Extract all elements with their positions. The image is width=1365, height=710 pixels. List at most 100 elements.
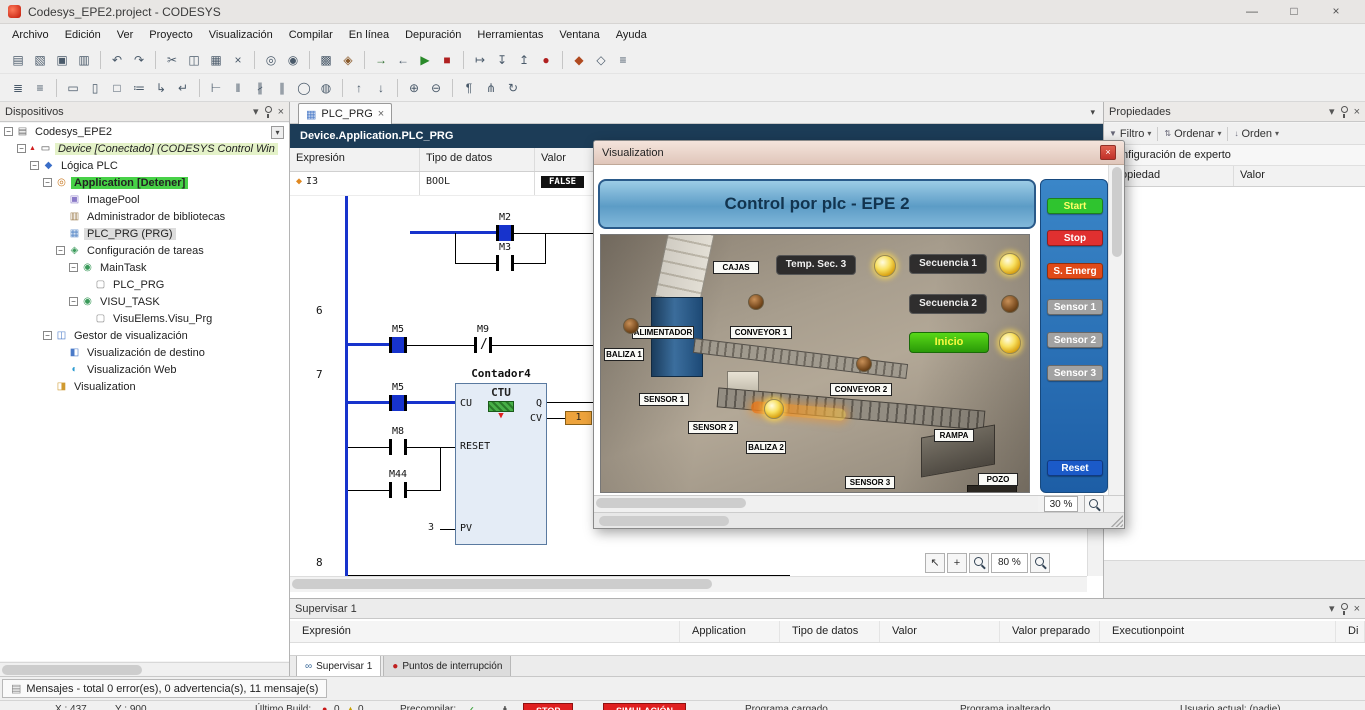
insert-set-coil-icon[interactable]: ◍ xyxy=(316,78,336,98)
chevron-down-icon[interactable]: ▾ xyxy=(1275,129,1279,138)
ladder-contact-m2[interactable]: M2 xyxy=(496,225,514,241)
paste-icon[interactable]: ▦ xyxy=(206,50,226,70)
toggle-breakpoint-icon[interactable]: ● xyxy=(536,50,556,70)
device-combo-dropdown[interactable]: ▾ xyxy=(271,126,284,139)
column-header-valor[interactable]: Valor xyxy=(1234,166,1365,186)
expander-icon[interactable]: − xyxy=(43,331,52,340)
viz-label-inicio[interactable]: Inicio xyxy=(909,332,989,353)
viz-window-scrollbar[interactable] xyxy=(594,512,1124,528)
counter-function-block[interactable]: CTU ▼ CU RESET PV Q CV xyxy=(455,383,547,545)
ladder-contact-m44[interactable]: M44 xyxy=(389,482,407,498)
zoom-select-icon[interactable] xyxy=(1030,553,1050,573)
expander-icon[interactable]: − xyxy=(69,263,78,272)
ladder-contact-m5[interactable]: M5 xyxy=(389,337,407,353)
insert-jump-icon[interactable]: ↳ xyxy=(151,78,171,98)
copy-icon[interactable]: ◫ xyxy=(184,50,204,70)
tab-puntos-de-interrupcion[interactable]: ● Puntos de interrupción xyxy=(383,656,511,677)
tree-item-codesys-epe2[interactable]: −▤Codesys_EPE2 xyxy=(0,123,289,140)
delete-icon[interactable]: × xyxy=(228,50,248,70)
tree-item-administrador-de-bibliotecas[interactable]: −▥Administrador de bibliotecas xyxy=(0,208,289,225)
filter-button[interactable]: Filtro xyxy=(1120,128,1144,140)
network-number[interactable]: 6 xyxy=(316,304,323,317)
insert-network-below-icon[interactable]: ≡ xyxy=(30,78,50,98)
tree-item-visualizaci-n-de-destino[interactable]: −◧Visualización de destino xyxy=(0,344,289,361)
pan-button[interactable]: + xyxy=(947,553,967,573)
close-icon[interactable]: × xyxy=(278,106,284,118)
viz-button-start[interactable]: Start xyxy=(1047,198,1103,214)
viz-button-s-emerg[interactable]: S. Emerg xyxy=(1047,263,1103,279)
tab-list-dropdown-icon[interactable]: ▾ xyxy=(1090,107,1095,118)
expander-icon[interactable]: − xyxy=(17,144,26,153)
chevron-down-icon[interactable]: ▾ xyxy=(1147,129,1151,138)
tree-item-plc-prg[interactable]: −▢PLC_PRG xyxy=(0,276,289,293)
column-header-di[interactable]: Di xyxy=(1336,621,1365,642)
viz-button-sensor-2[interactable]: Sensor 2 xyxy=(1047,332,1103,348)
save-project-icon[interactable]: ▣ xyxy=(52,50,72,70)
close-icon[interactable]: × xyxy=(1354,603,1360,615)
viz-hscrollbar[interactable] xyxy=(594,496,1038,512)
close-icon[interactable]: × xyxy=(1354,106,1360,118)
close-button[interactable]: × xyxy=(1315,0,1357,24)
pin-icon[interactable] xyxy=(1341,603,1348,610)
column-header-valor[interactable]: Valor xyxy=(880,621,1000,642)
tab-close-icon[interactable]: × xyxy=(378,108,384,120)
column-header-expresion[interactable]: Expresión xyxy=(290,148,420,171)
comment-icon[interactable]: ¶ xyxy=(459,78,479,98)
viz-zoom-level[interactable]: 30 % xyxy=(1044,496,1078,512)
editor-hscrollbar[interactable] xyxy=(290,576,1087,592)
tree-item-application-detener[interactable]: −◎Application [Detener] xyxy=(0,174,289,191)
network-number[interactable]: 8 xyxy=(316,556,323,569)
menu-herramientas[interactable]: Herramientas xyxy=(469,26,551,44)
library-icon[interactable]: ▩ xyxy=(316,50,336,70)
login-icon[interactable]: → xyxy=(371,50,391,70)
cut-icon[interactable]: ✂ xyxy=(162,50,182,70)
flow-control-icon[interactable]: ≡ xyxy=(613,50,633,70)
write-values-icon[interactable]: ◇ xyxy=(591,50,611,70)
force-values-icon[interactable]: ◆ xyxy=(569,50,589,70)
column-header-executionpoint[interactable]: Executionpoint xyxy=(1100,621,1336,642)
viz-button-sensor-3[interactable]: Sensor 3 xyxy=(1047,365,1103,381)
pv-constant[interactable]: 3 xyxy=(428,522,434,533)
insert-negated-contact-icon[interactable]: ∦ xyxy=(250,78,270,98)
tree-item-imagepool[interactable]: −▣ImagePool xyxy=(0,191,289,208)
visualization-title-bar[interactable]: Visualization × xyxy=(594,141,1124,165)
column-header-tipo[interactable]: Tipo de datos xyxy=(420,148,535,171)
tree-item-gestor-de-visualizaci-n[interactable]: −◫Gestor de visualización xyxy=(0,327,289,344)
pin-icon[interactable] xyxy=(1341,106,1348,113)
messages-status[interactable]: ▤ Mensajes - total 0 error(es), 0 advert… xyxy=(2,679,327,698)
menu-en-l-nea[interactable]: En línea xyxy=(341,26,397,44)
tree-item-visuelems-visu-prg[interactable]: −▢VisuElems.Visu_Prg xyxy=(0,310,289,327)
logout-icon[interactable]: ← xyxy=(393,50,413,70)
tab-plc-prg[interactable]: ▦ PLC_PRG × xyxy=(298,103,392,124)
replace-icon[interactable]: ◉ xyxy=(283,50,303,70)
expander-icon[interactable]: − xyxy=(56,246,65,255)
close-button[interactable]: × xyxy=(1100,145,1116,160)
chevron-down-icon[interactable]: ▾ xyxy=(1217,129,1221,138)
expander-icon[interactable]: − xyxy=(69,297,78,306)
insert-parallel-contact-icon[interactable]: ∥ xyxy=(272,78,292,98)
tree-item-visu-task[interactable]: −◉VISU_TASK xyxy=(0,293,289,310)
column-header-application[interactable]: Application xyxy=(680,621,780,642)
viz-button-reset[interactable]: Reset xyxy=(1047,460,1103,476)
tree-item-visualizaci-n-web[interactable]: −◐Visualización Web xyxy=(0,361,289,378)
print-icon[interactable]: ▥ xyxy=(74,50,94,70)
step-over-icon[interactable]: ↦ xyxy=(470,50,490,70)
tree-item-configuraci-n-de-tareas[interactable]: −◈Configuración de tareas xyxy=(0,242,289,259)
open-project-icon[interactable]: ▧ xyxy=(30,50,50,70)
ladder-contact-m8[interactable]: M8 xyxy=(389,439,407,455)
menu-depuraci-n[interactable]: Depuración xyxy=(397,26,469,44)
find-icon[interactable]: ◎ xyxy=(261,50,281,70)
step-out-icon[interactable]: ↥ xyxy=(514,50,534,70)
expander-icon[interactable]: − xyxy=(30,161,39,170)
insert-network-icon[interactable]: ≣ xyxy=(8,78,28,98)
zoom-in-icon[interactable]: ⊕ xyxy=(404,78,424,98)
maximize-button[interactable]: □ xyxy=(1273,0,1315,24)
ladder-contact-m3[interactable]: M3 xyxy=(496,255,514,271)
rising-edge-icon[interactable]: ↑ xyxy=(349,78,369,98)
tree-item-l-gica-plc[interactable]: −◆Lógica PLC xyxy=(0,157,289,174)
insert-box-en-icon[interactable]: ▯ xyxy=(85,78,105,98)
insert-assignment-icon[interactable]: ≔ xyxy=(129,78,149,98)
refresh-icon[interactable]: ↻ xyxy=(503,78,523,98)
insert-input-icon[interactable]: ⊢ xyxy=(206,78,226,98)
menu-edici-n[interactable]: Edición xyxy=(57,26,109,44)
